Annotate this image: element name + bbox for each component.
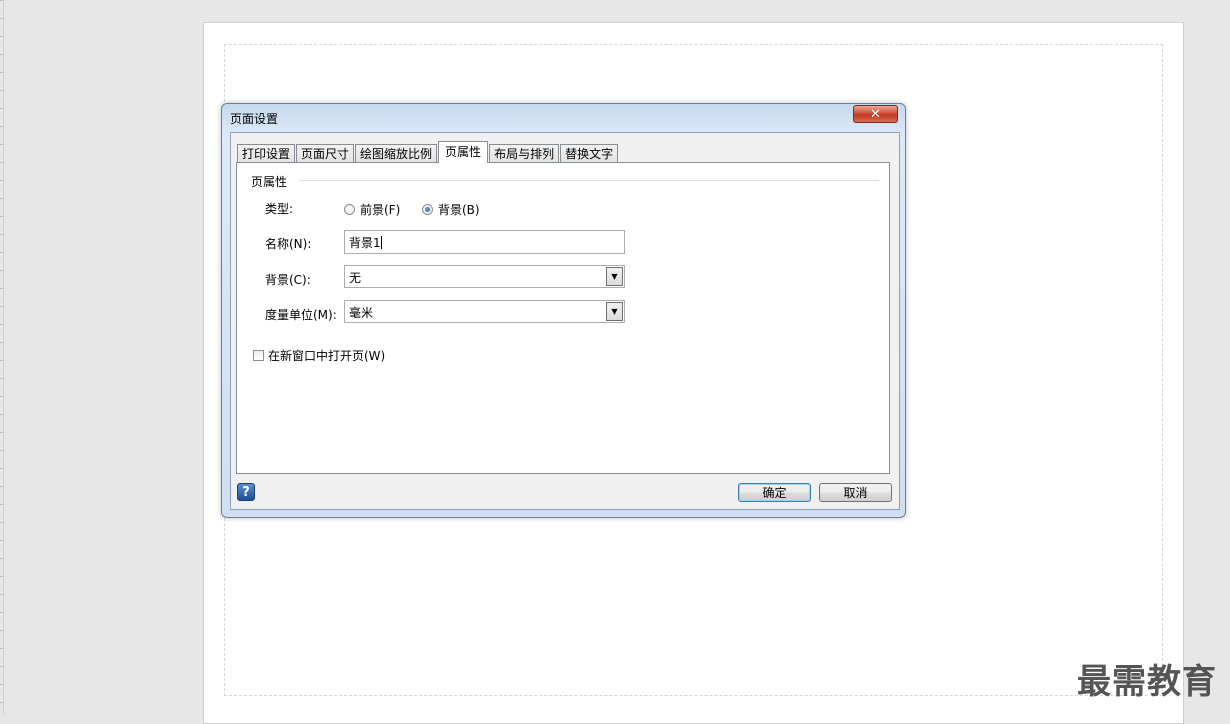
name-label: 名称(N): — [265, 237, 312, 251]
name-input[interactable]: 背景1 — [344, 230, 625, 254]
radio-background[interactable]: 背景(B) — [422, 201, 480, 218]
radio-foreground[interactable]: 前景(F) — [344, 201, 400, 218]
tab-print-setup[interactable]: 打印设置 — [237, 144, 296, 162]
group-label: 页属性 — [251, 175, 288, 189]
radio-background-indicator[interactable] — [422, 204, 433, 215]
vertical-ruler — [0, 0, 4, 715]
group-divider — [299, 180, 879, 181]
unit-select[interactable]: 毫米 ▼ — [344, 300, 625, 323]
tab-page-size[interactable]: 页面尺寸 — [296, 144, 355, 162]
radio-foreground-label: 前景(F) — [360, 203, 401, 217]
name-input-value: 背景1 — [349, 236, 381, 250]
tab-drawing-scale[interactable]: 绘图缩放比例 — [355, 144, 438, 162]
help-icon[interactable]: ? — [237, 483, 255, 501]
ok-button[interactable]: 确定 — [738, 483, 811, 502]
chevron-down-icon[interactable]: ▼ — [606, 302, 623, 321]
page-setup-dialog: 页面设置 ✕ 打印设置 页面尺寸 绘图缩放比例 页属性 布局与排列 替换文字 页… — [221, 103, 906, 518]
tab-layout-routing[interactable]: 布局与排列 — [489, 144, 560, 162]
tab-strip: 打印设置 页面尺寸 绘图缩放比例 页属性 布局与排列 替换文字 — [237, 141, 619, 163]
background-label: 背景(C): — [265, 273, 311, 287]
dialog-titlebar[interactable]: 页面设置 ✕ — [222, 104, 905, 133]
background-select-value: 无 — [349, 271, 362, 285]
text-caret — [380, 236, 382, 249]
page-properties-panel: 页属性 类型: 前景(F) 背景(B) 名称(N): 背景1 背景(C): 无 … — [236, 162, 890, 474]
close-icon: ✕ — [870, 106, 881, 122]
open-new-window-label: 在新窗口中打开页(W) — [268, 349, 386, 363]
unit-select-value: 毫米 — [349, 306, 374, 320]
watermark-text: 最需教育 — [1077, 662, 1217, 702]
dialog-client: 打印设置 页面尺寸 绘图缩放比例 页属性 布局与排列 替换文字 页属性 类型: … — [230, 132, 900, 510]
tab-alt-text[interactable]: 替换文字 — [560, 144, 619, 162]
open-new-window-checkbox[interactable]: 在新窗口中打开页(W) — [253, 347, 385, 364]
radio-background-label: 背景(B) — [438, 203, 480, 217]
cancel-button[interactable]: 取消 — [819, 483, 892, 502]
chevron-down-icon[interactable]: ▼ — [606, 267, 623, 286]
type-label: 类型: — [265, 202, 294, 216]
radio-foreground-indicator[interactable] — [344, 204, 355, 215]
background-select[interactable]: 无 ▼ — [344, 265, 625, 288]
dialog-title: 页面设置 — [230, 112, 279, 126]
tab-page-properties[interactable]: 页属性 — [438, 141, 489, 163]
unit-label: 度量单位(M): — [265, 308, 337, 322]
checkbox-indicator[interactable] — [253, 350, 264, 361]
close-button[interactable]: ✕ — [853, 105, 898, 123]
